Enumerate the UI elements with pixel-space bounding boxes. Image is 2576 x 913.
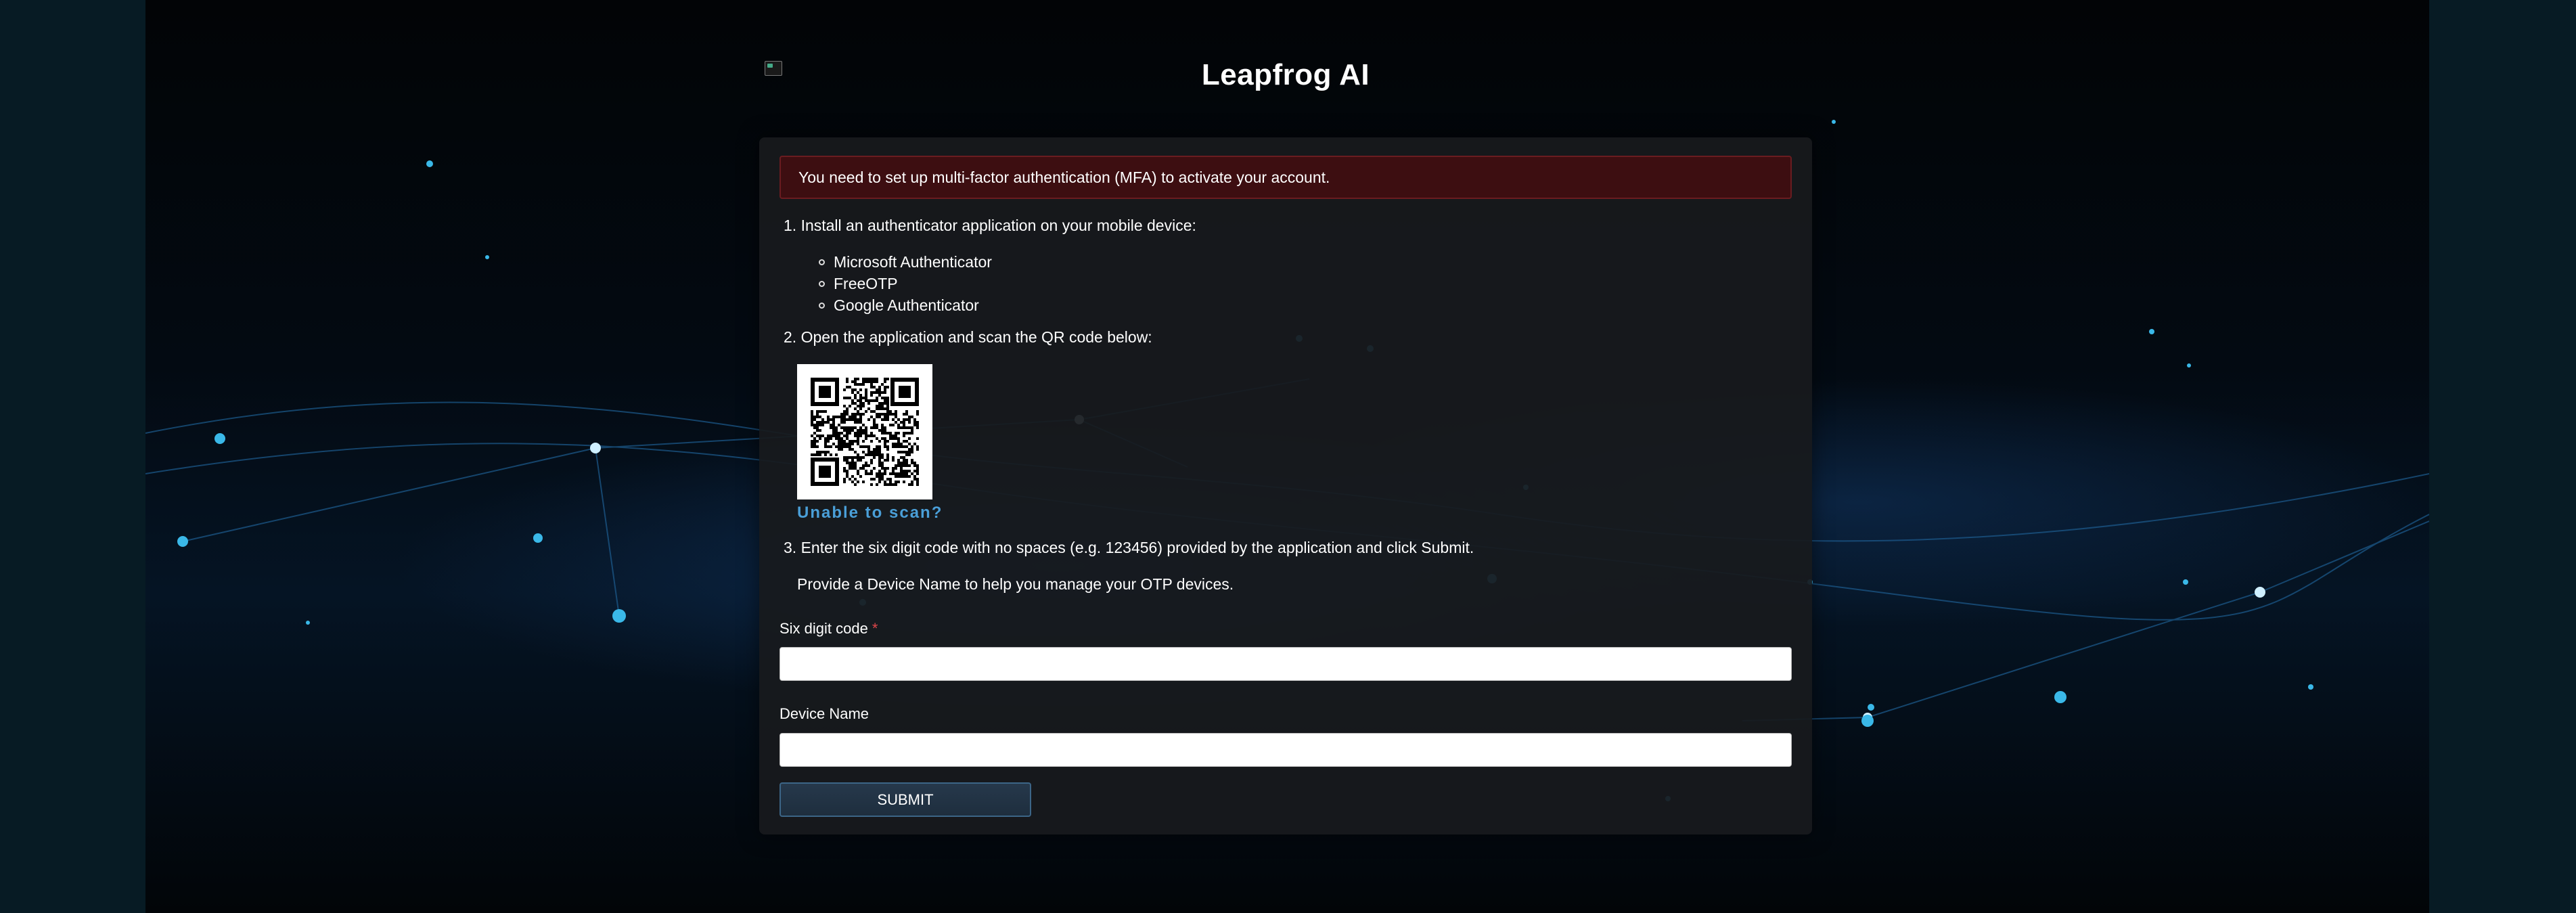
error-alert: You need to set up multi-factor authenti…: [779, 156, 1792, 199]
left-margin: [0, 0, 145, 913]
right-margin: [2429, 0, 2576, 913]
bullet-icon: [819, 281, 825, 287]
unable-to-scan-link[interactable]: Unable to scan?: [797, 504, 943, 522]
app-name: FreeOTP: [834, 275, 898, 292]
otp-input[interactable]: [779, 647, 1792, 681]
bullet-icon: [819, 303, 825, 309]
otp-label: Six digit code *: [779, 620, 878, 638]
list-item: FreeOTP: [819, 275, 898, 293]
step-1-text: 1. Install an authenticator application …: [784, 217, 1196, 234]
list-item: Google Authenticator: [819, 296, 979, 315]
qr-code: [797, 364, 932, 499]
submit-button[interactable]: SUBMIT: [779, 782, 1031, 817]
step-3-text: 3. Enter the six digit code with no spac…: [784, 539, 1474, 556]
device-name-label: Device Name: [779, 705, 869, 722]
otp-label-text: Six digit code: [779, 620, 868, 637]
qr-code-icon: [797, 364, 932, 499]
device-name-hint: Provide a Device Name to help you manage…: [797, 575, 1234, 593]
app-name: Google Authenticator: [834, 296, 979, 314]
device-name-input[interactable]: [779, 733, 1792, 767]
bullet-icon: [819, 259, 825, 265]
app-name: Microsoft Authenticator: [834, 253, 992, 271]
step-2-text: 2. Open the application and scan the QR …: [784, 328, 1152, 346]
app-title: Leapfrog AI: [1201, 58, 1370, 91]
required-mark: *: [872, 620, 878, 637]
list-item: Microsoft Authenticator: [819, 253, 992, 271]
mfa-setup-card: You need to set up multi-factor authenti…: [759, 137, 1812, 834]
page-header: Leapfrog AI: [758, 54, 1813, 108]
